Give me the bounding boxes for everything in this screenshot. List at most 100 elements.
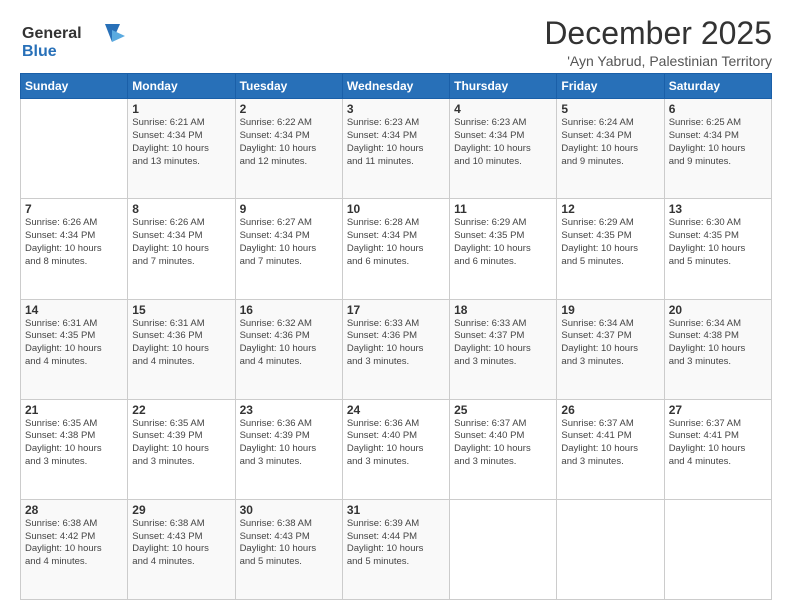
day-number: 25 bbox=[454, 403, 552, 417]
day-info: Sunrise: 6:30 AMSunset: 4:35 PMDaylight:… bbox=[669, 217, 767, 268]
logo: General Blue bbox=[20, 16, 130, 69]
day-number: 7 bbox=[25, 202, 123, 216]
main-title: December 2025 bbox=[544, 16, 772, 51]
day-info: Sunrise: 6:21 AMSunset: 4:34 PMDaylight:… bbox=[132, 117, 230, 168]
day-info: Sunrise: 6:35 AMSunset: 4:38 PMDaylight:… bbox=[25, 418, 123, 469]
table-row: 2Sunrise: 6:22 AMSunset: 4:34 PMDaylight… bbox=[235, 99, 342, 199]
day-number: 30 bbox=[240, 503, 338, 517]
day-info: Sunrise: 6:32 AMSunset: 4:36 PMDaylight:… bbox=[240, 318, 338, 369]
table-row: 23Sunrise: 6:36 AMSunset: 4:39 PMDayligh… bbox=[235, 399, 342, 499]
day-info: Sunrise: 6:35 AMSunset: 4:39 PMDaylight:… bbox=[132, 418, 230, 469]
day-number: 16 bbox=[240, 303, 338, 317]
title-block: December 2025 'Ayn Yabrud, Palestinian T… bbox=[544, 16, 772, 69]
day-info: Sunrise: 6:36 AMSunset: 4:39 PMDaylight:… bbox=[240, 418, 338, 469]
day-number: 20 bbox=[669, 303, 767, 317]
day-number: 28 bbox=[25, 503, 123, 517]
page: General Blue December 2025 'Ayn Yabrud, … bbox=[0, 0, 792, 612]
calendar-week-row: 28Sunrise: 6:38 AMSunset: 4:42 PMDayligh… bbox=[21, 499, 772, 599]
day-number: 15 bbox=[132, 303, 230, 317]
table-row: 1Sunrise: 6:21 AMSunset: 4:34 PMDaylight… bbox=[128, 99, 235, 199]
table-row: 3Sunrise: 6:23 AMSunset: 4:34 PMDaylight… bbox=[342, 99, 449, 199]
calendar-table: Sunday Monday Tuesday Wednesday Thursday… bbox=[20, 73, 772, 600]
day-info: Sunrise: 6:31 AMSunset: 4:36 PMDaylight:… bbox=[132, 318, 230, 369]
table-row: 12Sunrise: 6:29 AMSunset: 4:35 PMDayligh… bbox=[557, 199, 664, 299]
calendar-header-row: Sunday Monday Tuesday Wednesday Thursday… bbox=[21, 74, 772, 99]
day-info: Sunrise: 6:28 AMSunset: 4:34 PMDaylight:… bbox=[347, 217, 445, 268]
day-info: Sunrise: 6:23 AMSunset: 4:34 PMDaylight:… bbox=[454, 117, 552, 168]
calendar-week-row: 14Sunrise: 6:31 AMSunset: 4:35 PMDayligh… bbox=[21, 299, 772, 399]
day-number: 13 bbox=[669, 202, 767, 216]
day-number: 11 bbox=[454, 202, 552, 216]
day-info: Sunrise: 6:22 AMSunset: 4:34 PMDaylight:… bbox=[240, 117, 338, 168]
table-row: 18Sunrise: 6:33 AMSunset: 4:37 PMDayligh… bbox=[450, 299, 557, 399]
table-row: 7Sunrise: 6:26 AMSunset: 4:34 PMDaylight… bbox=[21, 199, 128, 299]
day-number: 18 bbox=[454, 303, 552, 317]
day-number: 14 bbox=[25, 303, 123, 317]
table-row bbox=[557, 499, 664, 599]
table-row: 22Sunrise: 6:35 AMSunset: 4:39 PMDayligh… bbox=[128, 399, 235, 499]
day-number: 26 bbox=[561, 403, 659, 417]
table-row: 19Sunrise: 6:34 AMSunset: 4:37 PMDayligh… bbox=[557, 299, 664, 399]
day-info: Sunrise: 6:38 AMSunset: 4:43 PMDaylight:… bbox=[132, 518, 230, 569]
table-row: 15Sunrise: 6:31 AMSunset: 4:36 PMDayligh… bbox=[128, 299, 235, 399]
day-info: Sunrise: 6:26 AMSunset: 4:34 PMDaylight:… bbox=[25, 217, 123, 268]
table-row: 20Sunrise: 6:34 AMSunset: 4:38 PMDayligh… bbox=[664, 299, 771, 399]
svg-text:Blue: Blue bbox=[22, 43, 57, 60]
table-row bbox=[664, 499, 771, 599]
table-row: 26Sunrise: 6:37 AMSunset: 4:41 PMDayligh… bbox=[557, 399, 664, 499]
table-row: 25Sunrise: 6:37 AMSunset: 4:40 PMDayligh… bbox=[450, 399, 557, 499]
table-row: 11Sunrise: 6:29 AMSunset: 4:35 PMDayligh… bbox=[450, 199, 557, 299]
table-row: 6Sunrise: 6:25 AMSunset: 4:34 PMDaylight… bbox=[664, 99, 771, 199]
day-number: 23 bbox=[240, 403, 338, 417]
table-row: 29Sunrise: 6:38 AMSunset: 4:43 PMDayligh… bbox=[128, 499, 235, 599]
table-row: 27Sunrise: 6:37 AMSunset: 4:41 PMDayligh… bbox=[664, 399, 771, 499]
col-thursday: Thursday bbox=[450, 74, 557, 99]
table-row: 8Sunrise: 6:26 AMSunset: 4:34 PMDaylight… bbox=[128, 199, 235, 299]
logo-svg: General Blue bbox=[20, 16, 130, 64]
table-row: 14Sunrise: 6:31 AMSunset: 4:35 PMDayligh… bbox=[21, 299, 128, 399]
col-monday: Monday bbox=[128, 74, 235, 99]
header: General Blue December 2025 'Ayn Yabrud, … bbox=[20, 16, 772, 69]
table-row: 13Sunrise: 6:30 AMSunset: 4:35 PMDayligh… bbox=[664, 199, 771, 299]
day-number: 1 bbox=[132, 102, 230, 116]
table-row bbox=[21, 99, 128, 199]
calendar-week-row: 1Sunrise: 6:21 AMSunset: 4:34 PMDaylight… bbox=[21, 99, 772, 199]
table-row: 9Sunrise: 6:27 AMSunset: 4:34 PMDaylight… bbox=[235, 199, 342, 299]
col-wednesday: Wednesday bbox=[342, 74, 449, 99]
day-number: 19 bbox=[561, 303, 659, 317]
day-info: Sunrise: 6:37 AMSunset: 4:41 PMDaylight:… bbox=[561, 418, 659, 469]
table-row bbox=[450, 499, 557, 599]
day-number: 3 bbox=[347, 102, 445, 116]
day-info: Sunrise: 6:31 AMSunset: 4:35 PMDaylight:… bbox=[25, 318, 123, 369]
day-info: Sunrise: 6:37 AMSunset: 4:41 PMDaylight:… bbox=[669, 418, 767, 469]
day-info: Sunrise: 6:38 AMSunset: 4:43 PMDaylight:… bbox=[240, 518, 338, 569]
subtitle: 'Ayn Yabrud, Palestinian Territory bbox=[544, 53, 772, 69]
day-info: Sunrise: 6:34 AMSunset: 4:38 PMDaylight:… bbox=[669, 318, 767, 369]
day-number: 21 bbox=[25, 403, 123, 417]
day-info: Sunrise: 6:25 AMSunset: 4:34 PMDaylight:… bbox=[669, 117, 767, 168]
svg-text:General: General bbox=[22, 25, 82, 42]
table-row: 5Sunrise: 6:24 AMSunset: 4:34 PMDaylight… bbox=[557, 99, 664, 199]
calendar-week-row: 21Sunrise: 6:35 AMSunset: 4:38 PMDayligh… bbox=[21, 399, 772, 499]
day-info: Sunrise: 6:34 AMSunset: 4:37 PMDaylight:… bbox=[561, 318, 659, 369]
day-number: 8 bbox=[132, 202, 230, 216]
day-info: Sunrise: 6:39 AMSunset: 4:44 PMDaylight:… bbox=[347, 518, 445, 569]
day-info: Sunrise: 6:27 AMSunset: 4:34 PMDaylight:… bbox=[240, 217, 338, 268]
day-info: Sunrise: 6:23 AMSunset: 4:34 PMDaylight:… bbox=[347, 117, 445, 168]
day-number: 27 bbox=[669, 403, 767, 417]
calendar-week-row: 7Sunrise: 6:26 AMSunset: 4:34 PMDaylight… bbox=[21, 199, 772, 299]
day-number: 31 bbox=[347, 503, 445, 517]
day-number: 5 bbox=[561, 102, 659, 116]
day-info: Sunrise: 6:36 AMSunset: 4:40 PMDaylight:… bbox=[347, 418, 445, 469]
col-saturday: Saturday bbox=[664, 74, 771, 99]
day-number: 29 bbox=[132, 503, 230, 517]
col-friday: Friday bbox=[557, 74, 664, 99]
day-number: 17 bbox=[347, 303, 445, 317]
day-number: 24 bbox=[347, 403, 445, 417]
day-info: Sunrise: 6:24 AMSunset: 4:34 PMDaylight:… bbox=[561, 117, 659, 168]
table-row: 30Sunrise: 6:38 AMSunset: 4:43 PMDayligh… bbox=[235, 499, 342, 599]
table-row: 21Sunrise: 6:35 AMSunset: 4:38 PMDayligh… bbox=[21, 399, 128, 499]
day-number: 10 bbox=[347, 202, 445, 216]
day-info: Sunrise: 6:33 AMSunset: 4:36 PMDaylight:… bbox=[347, 318, 445, 369]
day-info: Sunrise: 6:33 AMSunset: 4:37 PMDaylight:… bbox=[454, 318, 552, 369]
